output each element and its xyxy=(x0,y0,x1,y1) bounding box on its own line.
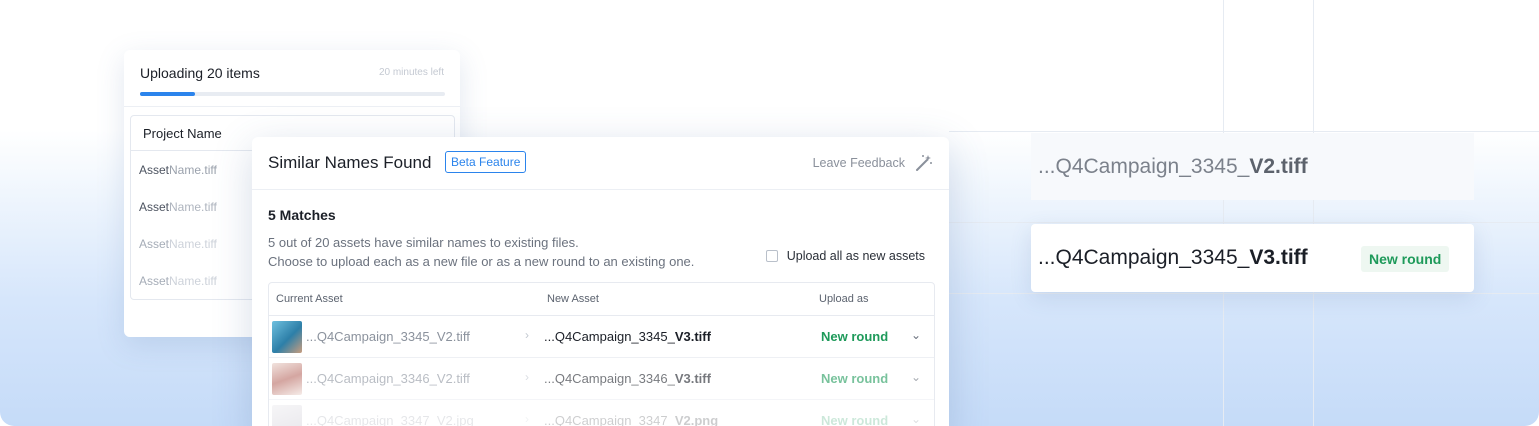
old-version-filename: ...Q4Campaign_3345_V2.tiff xyxy=(1038,155,1308,179)
chevron-down-icon[interactable]: ⌄ xyxy=(911,412,921,426)
leave-feedback-link[interactable]: Leave Feedback xyxy=(813,156,905,170)
asset-thumbnail xyxy=(272,321,302,353)
similar-names-dialog: Similar Names Found Beta Feature Leave F… xyxy=(252,137,949,426)
new-asset-prefix: ...Q4Campaign_3345_ xyxy=(544,329,675,344)
upload-progress-fill xyxy=(140,92,195,96)
new-asset-name: ...Q4Campaign_3347_V2.png xyxy=(544,413,718,426)
dialog-title: Similar Names Found xyxy=(268,153,432,172)
description-line: 5 out of 20 assets have similar names to… xyxy=(268,235,579,250)
dialog-header: Similar Names Found Beta Feature Leave F… xyxy=(252,137,949,190)
chevron-right-icon: › xyxy=(525,412,529,426)
upload-all-checkbox[interactable] xyxy=(765,250,778,262)
current-asset-name: ...Q4Campaign_3347_V2.jpg xyxy=(306,413,474,426)
column-new-asset: New Asset xyxy=(547,293,599,305)
upload-as-select[interactable]: New round xyxy=(821,371,888,386)
new-asset-name: ...Q4Campaign_3346_V3.tiff xyxy=(544,371,711,386)
chevron-down-icon[interactable]: ⌄ xyxy=(911,328,921,342)
description-line: Choose to upload each as a new file or a… xyxy=(268,254,695,269)
grid-line xyxy=(949,222,1539,223)
new-filename-version: V3.tiff xyxy=(1249,246,1308,269)
magic-wand-icon[interactable] xyxy=(915,154,933,172)
table-row[interactable]: ...Q4Campaign_3346_V2.tiff › ...Q4Campai… xyxy=(269,358,934,400)
grid-line xyxy=(949,131,1539,132)
grid-line xyxy=(949,293,1539,294)
grid-line xyxy=(1223,0,1224,426)
asset-name-prefix: Asset xyxy=(139,236,170,251)
background-stage: Uploading 20 items 20 minutes left Proje… xyxy=(0,0,1539,426)
new-asset-name: ...Q4Campaign_3345_V3.tiff xyxy=(544,329,711,344)
upload-header: Uploading 20 items 20 minutes left xyxy=(140,65,444,85)
new-asset-version: V2.png xyxy=(674,413,719,426)
current-asset-name: ...Q4Campaign_3346_V2.tiff xyxy=(306,371,470,386)
matches-count: 5 Matches xyxy=(268,207,336,223)
dialog-description: 5 out of 20 assets have similar names to… xyxy=(268,233,694,271)
chevron-down-icon[interactable]: ⌄ xyxy=(911,370,921,384)
new-asset-version: V3.tiff xyxy=(674,371,711,386)
new-asset-prefix: ...Q4Campaign_3347_ xyxy=(544,413,675,426)
upload-all-toggle[interactable]: Upload all as new assets xyxy=(765,249,925,263)
old-filename-prefix: ...Q4Campaign_3345_ xyxy=(1038,155,1250,178)
project-name-label: Project Name xyxy=(143,125,222,141)
asset-name-prefix: Asset xyxy=(139,273,170,288)
grid-line xyxy=(1313,0,1314,426)
upload-progress-bar xyxy=(140,92,445,96)
asset-thumbnail xyxy=(272,363,302,395)
asset-name-suffix: Name.tiff xyxy=(169,162,217,177)
asset-name-prefix: Asset xyxy=(139,162,170,177)
new-version-filename: ...Q4Campaign_3345_V3.tiff xyxy=(1038,246,1308,270)
table-header: Current Asset New Asset Upload as xyxy=(269,283,934,316)
upload-title: Uploading 20 items xyxy=(140,65,260,81)
upload-as-select[interactable]: New round xyxy=(821,413,888,426)
upload-as-select[interactable]: New round xyxy=(821,329,888,344)
chevron-right-icon: › xyxy=(525,328,529,342)
asset-name-prefix: Asset xyxy=(139,199,170,214)
column-upload-as: Upload as xyxy=(819,293,869,305)
new-filename-prefix: ...Q4Campaign_3345_ xyxy=(1038,246,1250,269)
asset-name-suffix: Name.tiff xyxy=(169,273,217,288)
chevron-right-icon: › xyxy=(525,370,529,384)
matches-table: Current Asset New Asset Upload as ...Q4C… xyxy=(268,282,935,426)
column-current-asset: Current Asset xyxy=(276,293,343,305)
upload-all-label: Upload all as new assets xyxy=(786,249,925,263)
asset-name-suffix: Name.tiff xyxy=(169,199,217,214)
new-asset-version: V3.tiff xyxy=(674,329,711,344)
old-filename-version: V2.tiff xyxy=(1249,155,1308,178)
asset-thumbnail xyxy=(272,405,302,426)
table-row[interactable]: ...Q4Campaign_3347_V2.jpg › ...Q4Campaig… xyxy=(269,400,934,426)
divider xyxy=(124,106,460,107)
time-left: 20 minutes left xyxy=(378,67,444,78)
current-asset-name: ...Q4Campaign_3345_V2.tiff xyxy=(306,329,470,344)
new-version-card: ...Q4Campaign_3345_V3.tiff New round xyxy=(1031,224,1474,292)
asset-name-suffix: Name.tiff xyxy=(169,236,217,251)
old-version-card: ...Q4Campaign_3345_V2.tiff xyxy=(1031,133,1474,200)
new-asset-prefix: ...Q4Campaign_3346_ xyxy=(544,371,675,386)
new-round-badge: New round xyxy=(1361,246,1450,272)
table-row[interactable]: ...Q4Campaign_3345_V2.tiff › ...Q4Campai… xyxy=(269,316,934,358)
beta-badge: Beta Feature xyxy=(445,151,527,173)
